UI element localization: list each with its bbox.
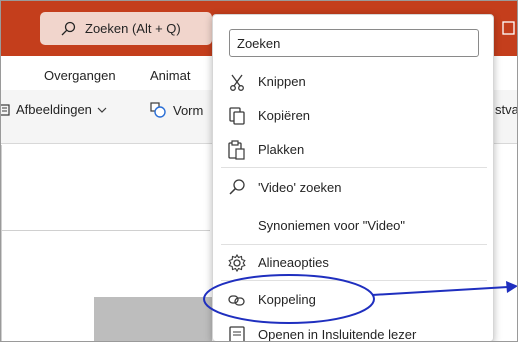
menu-item-paragraph-options[interactable]: Alineaopties bbox=[213, 247, 495, 277]
menu-item-label: 'Video' zoeken bbox=[258, 180, 342, 195]
divider bbox=[0, 230, 210, 231]
scissors-icon bbox=[230, 74, 244, 91]
menu-item-immersive-reader[interactable]: Openen in Insluitende lezer bbox=[213, 319, 495, 342]
tab-overgangen[interactable]: Overgangen bbox=[44, 68, 116, 83]
shapes-button[interactable]: Vorm bbox=[150, 102, 203, 118]
menu-item-copy[interactable]: Kopiëren bbox=[213, 100, 495, 130]
immersive-reader-icon bbox=[229, 326, 245, 342]
search-icon bbox=[229, 179, 245, 195]
menu-item-label: Knippen bbox=[258, 74, 306, 89]
link-icon bbox=[228, 295, 245, 306]
search-icon bbox=[61, 21, 76, 35]
tab-animaties[interactable]: Animat bbox=[150, 68, 190, 83]
ribbon-partial-right[interactable]: stval bbox=[495, 102, 518, 117]
menu-item-cut[interactable]: Knippen bbox=[213, 66, 495, 96]
menu-item-paste[interactable]: Plakken bbox=[213, 134, 495, 164]
menu-search-input[interactable] bbox=[229, 29, 479, 57]
menu-item-label: Kopiëren bbox=[258, 108, 311, 123]
menu-item-synonyms[interactable]: Synoniemen voor "Video" bbox=[213, 210, 495, 240]
menu-separator bbox=[221, 167, 487, 168]
chevron-down-icon bbox=[97, 107, 107, 113]
slide-thumbnail[interactable] bbox=[94, 297, 212, 342]
menu-separator bbox=[221, 244, 487, 245]
app-search-label: Zoeken (Alt + Q) bbox=[85, 21, 181, 36]
image-icon bbox=[0, 103, 10, 116]
shapes-label: Vorm bbox=[173, 102, 204, 118]
context-menu: Knippen Kopiëren Plakken 'Video' zoeken … bbox=[212, 14, 494, 342]
copy-icon bbox=[229, 107, 245, 125]
menu-item-label: Synoniemen voor "Video" bbox=[258, 218, 406, 233]
menu-item-label: Openen in Insluitende lezer bbox=[258, 327, 417, 342]
title-bar-edge-icon[interactable] bbox=[500, 20, 518, 36]
images-button[interactable]: Afbeeldingen bbox=[0, 102, 107, 117]
menu-item-search-video[interactable]: 'Video' zoeken bbox=[213, 172, 495, 202]
menu-item-label: Koppeling bbox=[258, 292, 316, 307]
shapes-icon bbox=[150, 102, 166, 118]
menu-item-label: Plakken bbox=[258, 142, 305, 157]
paste-icon bbox=[228, 140, 245, 160]
paragraph-settings-icon bbox=[228, 253, 246, 273]
menu-item-link[interactable]: Koppeling bbox=[213, 284, 495, 314]
app-search-box[interactable]: Zoeken (Alt + Q) bbox=[40, 12, 212, 45]
menu-separator bbox=[221, 280, 487, 281]
menu-item-label: Alineaopties bbox=[258, 255, 329, 270]
partial-label: stval bbox=[495, 102, 518, 117]
images-label: Afbeeldingen bbox=[16, 102, 92, 117]
left-edge bbox=[0, 145, 2, 342]
